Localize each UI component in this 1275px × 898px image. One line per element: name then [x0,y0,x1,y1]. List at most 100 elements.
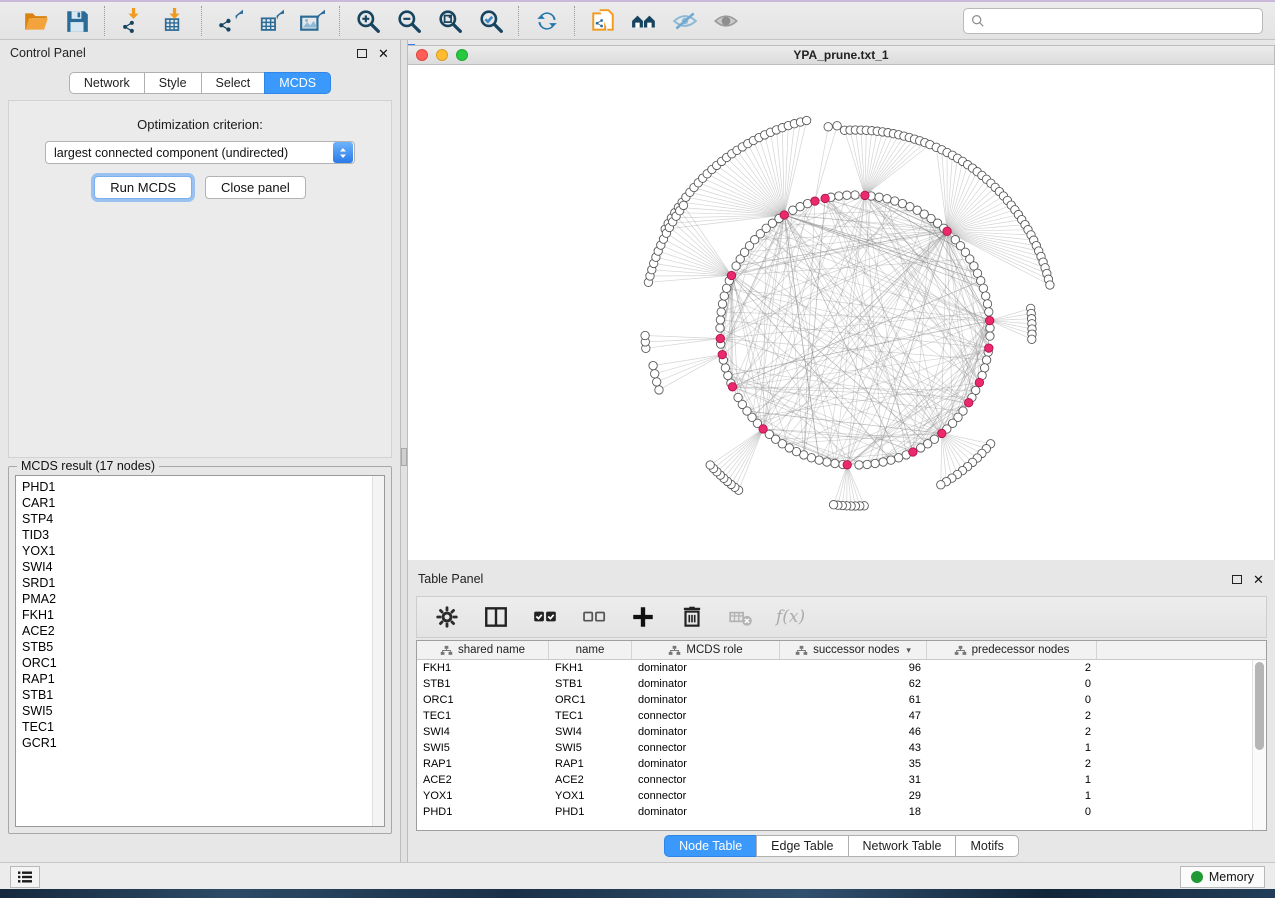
open-file-icon[interactable] [22,7,49,34]
control-panel-tabs: NetworkStyleSelectMCDS [0,72,400,94]
save-session-icon[interactable] [63,7,90,34]
table-row-ACE2[interactable]: ACE2ACE2connector311 [417,772,1252,788]
add-column-icon[interactable] [629,604,656,631]
splitter-handle[interactable] [401,448,407,466]
result-node-item[interactable]: STB1 [22,687,372,703]
search-input[interactable] [985,14,1255,28]
gear-icon[interactable] [433,604,460,631]
table-row-STB1[interactable]: STB1STB1dominator620 [417,676,1252,692]
table-row-SWI4[interactable]: SWI4SWI4dominator462 [417,724,1252,740]
cell: PHD1 [417,806,549,818]
tab-style[interactable]: Style [144,72,201,94]
optimization-criterion-label: Optimization criterion: [9,117,391,132]
first-neighbors-icon[interactable] [630,7,657,34]
delete-column-icon[interactable] [678,604,705,631]
cell: 62 [780,678,927,690]
tab-motifs[interactable]: Motifs [955,835,1018,857]
vertical-splitter[interactable] [400,40,408,862]
export-image-icon[interactable] [298,7,325,34]
column-header-predecessor-nodes[interactable]: predecessor nodes [927,641,1097,659]
column-header-shared-name[interactable]: shared name [417,641,549,659]
tab-network-table[interactable]: Network Table [848,835,956,857]
result-node-item[interactable]: STB5 [22,639,372,655]
result-node-item[interactable]: ACE2 [22,623,372,639]
zoom-fit-icon[interactable] [436,7,463,34]
view-toolbar-group [575,7,753,34]
control-panel: Control Panel ✕ NetworkStyleSelectMCDS O… [0,40,400,862]
cell: SWI4 [549,726,632,738]
result-node-item[interactable]: YOX1 [22,543,372,559]
result-node-item[interactable]: FKH1 [22,607,372,623]
table-scrollbar-thumb[interactable] [1255,662,1264,750]
criterion-select[interactable]: largest connected component (undirected) [45,141,355,164]
column-header-successor-nodes[interactable]: successor nodes▾ [780,641,927,659]
result-node-item[interactable]: GCR1 [22,735,372,751]
cell: FKH1 [549,662,632,674]
table-row-TEC1[interactable]: TEC1TEC1connector472 [417,708,1252,724]
network-canvas[interactable] [408,65,1275,560]
result-node-item[interactable]: CAR1 [22,495,372,511]
table-row-RAP1[interactable]: RAP1RAP1dominator352 [417,756,1252,772]
zoom-out-icon[interactable] [395,7,422,34]
result-node-item[interactable]: PHD1 [22,479,372,495]
network-graph[interactable] [408,65,1274,559]
memory-status-icon [1191,871,1203,883]
tab-select[interactable]: Select [201,72,265,94]
table-row-FKH1[interactable]: FKH1FKH1dominator962 [417,660,1252,676]
zoom-in-icon[interactable] [354,7,381,34]
table-row-ORC1[interactable]: ORC1ORC1dominator610 [417,692,1252,708]
cell: YOX1 [417,790,549,802]
cytoscape-window: Control Panel ✕ NetworkStyleSelectMCDS O… [0,2,1275,890]
result-node-item[interactable]: PMA2 [22,591,372,607]
result-node-item[interactable]: RAP1 [22,671,372,687]
minimize-window-icon[interactable] [436,49,448,61]
result-node-item[interactable]: ORC1 [22,655,372,671]
maximize-window-icon[interactable] [456,49,468,61]
cell: 47 [780,710,927,722]
table-scrollbar[interactable] [1252,660,1266,830]
function-builder-icon[interactable]: f(x) [776,607,805,627]
column-header-name[interactable]: name [549,641,632,659]
hide-selected-icon[interactable] [671,7,698,34]
result-list-scrollbar[interactable] [372,476,384,826]
show-all-icon[interactable] [712,7,739,34]
network-titlebar: YPA_prune.txt_1 [408,45,1275,65]
tab-edge-table[interactable]: Edge Table [756,835,847,857]
table-row-YOX1[interactable]: YOX1YOX1connector291 [417,788,1252,804]
tab-mcds[interactable]: MCDS [264,72,331,94]
import-table-icon[interactable] [160,7,187,34]
close-table-panel-button[interactable]: ✕ [1252,573,1265,586]
export-table-icon[interactable] [257,7,284,34]
close-panel-button-mcds[interactable]: Close panel [205,176,306,199]
tab-node-table[interactable]: Node Table [664,835,756,857]
result-node-item[interactable]: STP4 [22,511,372,527]
main-toolbar [0,2,1275,40]
float-table-panel-button[interactable] [1230,573,1243,586]
duplicate-network-icon[interactable] [589,7,616,34]
result-node-item[interactable]: SWI5 [22,703,372,719]
table-row-SWI5[interactable]: SWI5SWI5connector431 [417,740,1252,756]
table-row-PHD1[interactable]: PHD1PHD1dominator180 [417,804,1252,820]
close-panel-button[interactable]: ✕ [377,47,390,60]
run-mcds-button[interactable]: Run MCDS [94,176,192,199]
float-panel-button[interactable] [355,47,368,60]
tab-network[interactable]: Network [69,72,144,94]
result-node-item[interactable]: SRD1 [22,575,372,591]
refresh-icon[interactable] [533,7,560,34]
select-all-icon[interactable] [531,604,558,631]
column-header-MCDS-role[interactable]: MCDS role [632,641,780,659]
column-header-empty [1097,641,1266,659]
column-view-icon[interactable] [482,604,509,631]
result-node-item[interactable]: TID3 [22,527,372,543]
result-node-item[interactable]: SWI4 [22,559,372,575]
result-node-item[interactable]: TEC1 [22,719,372,735]
close-window-icon[interactable] [416,49,428,61]
deselect-all-icon[interactable] [580,604,607,631]
cell: SWI5 [417,742,549,754]
delete-table-icon[interactable] [727,604,754,631]
zoom-selected-icon[interactable] [477,7,504,34]
export-network-icon[interactable] [216,7,243,34]
import-network-icon[interactable] [119,7,146,34]
show-panels-button[interactable] [10,866,40,888]
memory-button[interactable]: Memory [1180,866,1265,888]
